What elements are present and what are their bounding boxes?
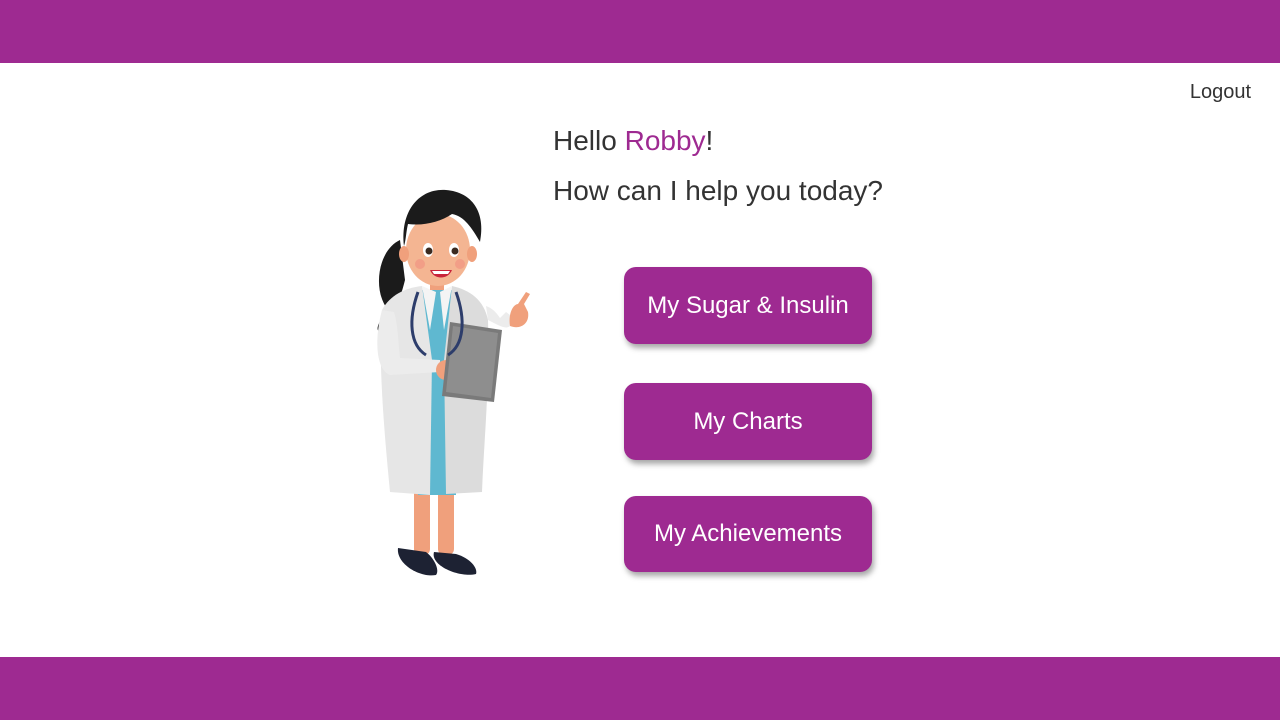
greeting-text: Hello Robby! — [553, 124, 713, 158]
help-question: How can I help you today? — [553, 175, 883, 206]
header-bar — [0, 0, 1280, 63]
my-achievements-button[interactable]: My Achievements — [624, 496, 872, 572]
footer-bar — [0, 657, 1280, 720]
username: Robby — [624, 125, 706, 156]
logout-link[interactable]: Logout — [1190, 80, 1251, 104]
my-charts-button[interactable]: My Charts — [624, 383, 872, 460]
doctor-illustration — [377, 189, 530, 576]
greeting-prefix: Hello — [553, 125, 625, 156]
greeting-suffix: ! — [705, 125, 714, 156]
my-sugar-insulin-button[interactable]: My Sugar & Insulin — [624, 267, 872, 344]
